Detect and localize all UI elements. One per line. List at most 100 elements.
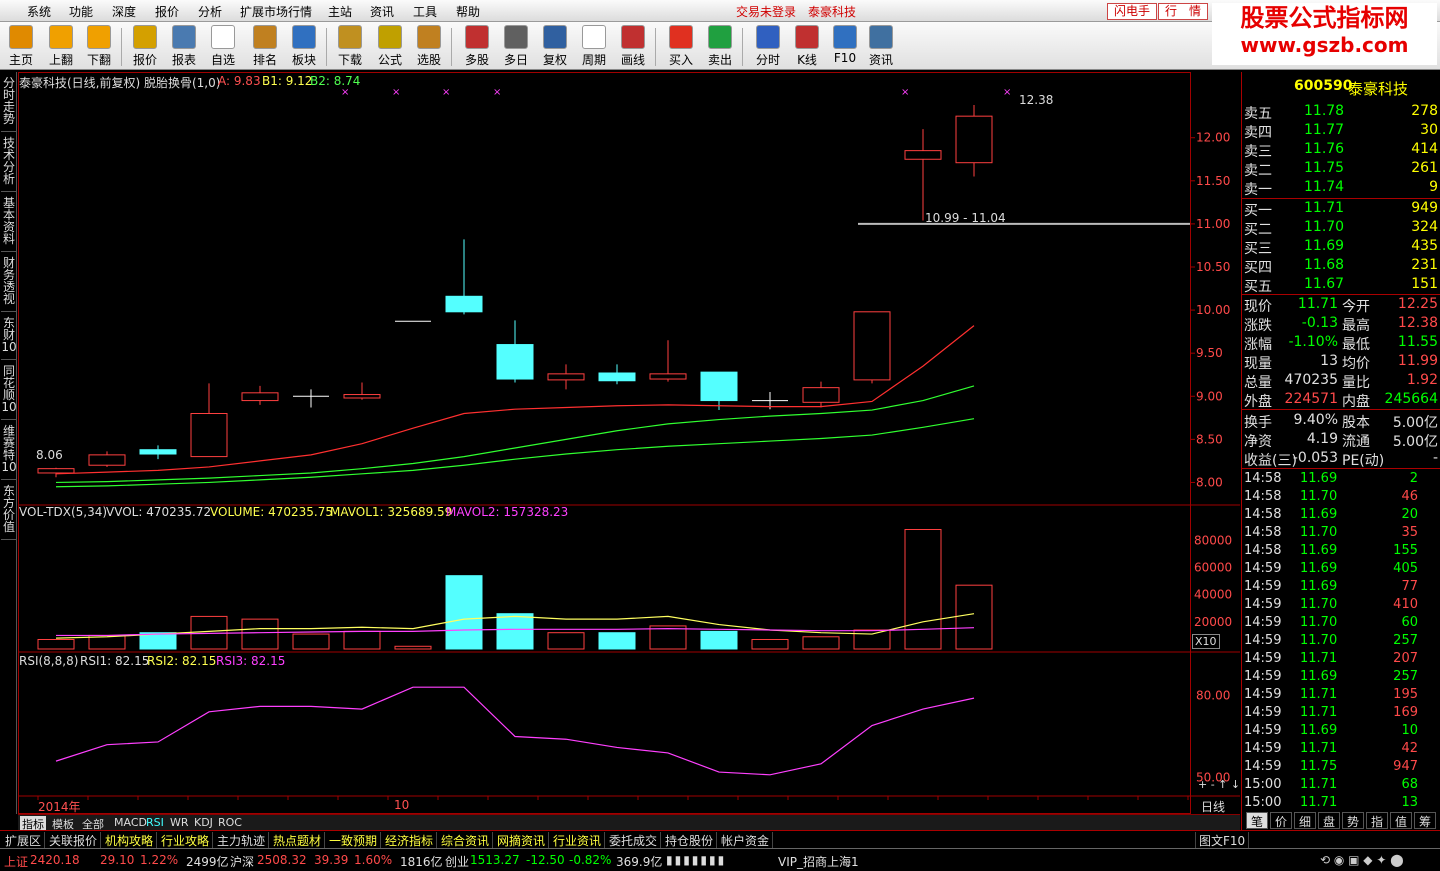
left-tab-2[interactable]: 基本资料 <box>1 194 17 252</box>
indicator-tab-kdj[interactable]: KDJ <box>192 816 215 829</box>
extension-tab[interactable]: 一致预期 <box>326 832 382 849</box>
menu-help[interactable]: 帮助 <box>456 3 480 20</box>
toolbar-download-button[interactable]: 下载 <box>331 24 369 68</box>
tick-price: 11.70 <box>1300 633 1338 648</box>
left-tab-3[interactable]: 财务透视 <box>1 254 17 312</box>
quote-panel: 600590 泰豪科技 卖五 11.78 278 卖四 11.77 30 卖三 11.76 41… <box>1241 72 1440 830</box>
stat-label: 最低 <box>1342 337 1370 353</box>
indicator-tab-rsi[interactable]: RSI <box>144 816 166 829</box>
menu-system[interactable]: 系统 <box>27 3 51 20</box>
toolbar-sell-button[interactable]: 卖出 <box>701 24 739 68</box>
toolbar-draw-line-button[interactable]: 画线 <box>614 24 652 68</box>
price-tick-label: 8.00 <box>1196 475 1223 489</box>
quote-tab-4[interactable]: 势 <box>1342 812 1364 829</box>
tick-volume: 947 <box>1393 759 1418 774</box>
toolbar-arrow-down-button[interactable]: 下翻 <box>80 24 118 68</box>
extension-tab[interactable]: 机构攻略 <box>102 832 158 849</box>
menu-ext-market[interactable]: 扩展市场行情 <box>240 3 312 20</box>
extension-tab[interactable]: 主力轨迹 <box>214 832 270 849</box>
stat2-label: 净资 <box>1244 434 1272 450</box>
menu-depth[interactable]: 深度 <box>112 3 136 20</box>
tick-price: 11.71 <box>1300 795 1338 810</box>
ask-volume: 278 <box>1411 103 1438 119</box>
extension-tab[interactable]: 帐户资金 <box>718 832 774 849</box>
indicator-tabs: 指标 模板 全部 MACD RSI WR KDJ ROC <box>18 814 1240 832</box>
toolbar-f10-button[interactable]: F10 <box>826 24 864 68</box>
toolbar-yen-button[interactable]: 报价 <box>126 24 164 68</box>
toolbar-arrow-up-button[interactable]: 上翻 <box>42 24 80 68</box>
rsi-title: RSI(8,8,8) <box>19 654 79 668</box>
candle-body <box>241 392 279 402</box>
left-tab-1[interactable]: 技术分析 <box>1 134 17 192</box>
left-tab-7[interactable]: 东方价值 <box>1 482 17 540</box>
extension-tab[interactable]: 扩展区 <box>2 832 46 849</box>
quote-tab-2[interactable]: 细 <box>1294 812 1316 829</box>
tick-volume: 257 <box>1393 669 1418 684</box>
menu-function[interactable]: 功能 <box>69 3 93 20</box>
indicator-tab-wr[interactable]: WR <box>168 816 191 829</box>
extension-tab[interactable]: 委托成交 <box>606 832 662 849</box>
tick-time: 14:59 <box>1244 741 1282 756</box>
kline-chart-area[interactable]: 12.00 11.50 11.00 10.50 10.00 9.50 9.00 8.50 8.0… <box>18 72 1240 814</box>
left-tab-5[interactable]: 同花顺10 <box>1 362 17 420</box>
ask-volume: 30 <box>1420 122 1438 138</box>
quote-tab-0[interactable]: 笔 <box>1246 812 1268 829</box>
ask-row: 卖三 11.76 414 <box>1242 140 1440 160</box>
tick-price: 11.69 <box>1300 723 1338 738</box>
toolbar-intraday-button[interactable]: 分时 <box>749 24 787 68</box>
toolbar-adjust-button[interactable]: 复权 <box>536 24 574 68</box>
extension-tab[interactable]: 关联报价 <box>46 832 102 849</box>
menu-news[interactable]: 资讯 <box>370 3 394 20</box>
quote-tab-1[interactable]: 价 <box>1270 812 1292 829</box>
sz-index-pct: 1.60% <box>354 853 393 867</box>
left-tab-4[interactable]: 东财10 <box>1 314 17 360</box>
toolbar-kline-button[interactable]: K线 <box>788 24 826 68</box>
extension-tab[interactable]: 网摘资讯 <box>494 832 550 849</box>
extension-tab[interactable]: 行业资讯 <box>550 832 606 849</box>
left-tab-0[interactable]: 分时走势 <box>1 74 17 132</box>
volume-bar <box>598 632 636 650</box>
toolbar-buy-button[interactable]: 买入 <box>662 24 700 68</box>
stats2-divider <box>1242 409 1440 410</box>
quote-tab-3[interactable]: 盘 <box>1318 812 1340 829</box>
period-label[interactable]: 日线 <box>1201 798 1225 815</box>
toolbar-label: 报价 <box>132 53 157 67</box>
quote-button[interactable]: 行 情 <box>1158 3 1209 20</box>
menu-analysis[interactable]: 分析 <box>198 3 222 20</box>
toolbar-formula-button[interactable]: 公式 <box>371 24 409 68</box>
rsi1-value: RSI1: 82.15 <box>80 654 150 668</box>
f10-tab[interactable]: 图文F10 <box>1195 832 1250 849</box>
indicator-tab-roc[interactable]: ROC <box>216 816 244 829</box>
toolbar-f6-button[interactable]: 自选 <box>204 24 242 68</box>
formula-icon <box>378 25 402 49</box>
quote-tab-7[interactable]: 筹 <box>1414 812 1436 829</box>
toolbar-f8-button[interactable]: 周期 <box>575 24 613 68</box>
toolbar-stock-pick-button[interactable]: 选股 <box>410 24 448 68</box>
toolbar-multi-stock-button[interactable]: 多股 <box>458 24 496 68</box>
tick-row: 14:58 11.69 155 <box>1242 542 1440 560</box>
quote-tab-6[interactable]: 值 <box>1390 812 1412 829</box>
flash-trade-button[interactable]: 闪电手 <box>1107 3 1158 20</box>
toolbar-clock-button[interactable]: 多日 <box>497 24 535 68</box>
tick-price: 11.71 <box>1300 705 1338 720</box>
toolbar-separator <box>326 28 327 66</box>
menu-main-station[interactable]: 主站 <box>328 3 352 20</box>
left-tab-6[interactable]: 维赛特10 <box>1 422 17 480</box>
menu-quote[interactable]: 报价 <box>155 3 179 20</box>
extension-tab[interactable]: 热点题材 <box>270 832 326 849</box>
status-icons[interactable]: ⟲ ◉ ▣ ◆ ✦ ⬤ <box>1320 853 1404 867</box>
extension-tab[interactable]: 综合资讯 <box>438 832 494 849</box>
menu-tools[interactable]: 工具 <box>413 3 437 20</box>
toolbar-label: 买入 <box>668 53 693 67</box>
toolbar-sector-button[interactable]: 板块 <box>285 24 323 68</box>
candle-body <box>496 344 534 380</box>
toolbar-home-button[interactable]: 主页 <box>2 24 40 68</box>
extension-tab[interactable]: 行业攻略 <box>158 832 214 849</box>
extension-tab[interactable]: 经济指标 <box>382 832 438 849</box>
zoom-controls[interactable]: + - ↑ ↓ <box>1198 778 1240 791</box>
quote-tab-5[interactable]: 指 <box>1366 812 1388 829</box>
toolbar-news-button[interactable]: 资讯 <box>862 24 900 68</box>
toolbar-ranking-button[interactable]: 排名 <box>246 24 284 68</box>
extension-tab[interactable]: 持仓股份 <box>662 832 718 849</box>
toolbar-report-button[interactable]: 报表 <box>165 24 203 68</box>
